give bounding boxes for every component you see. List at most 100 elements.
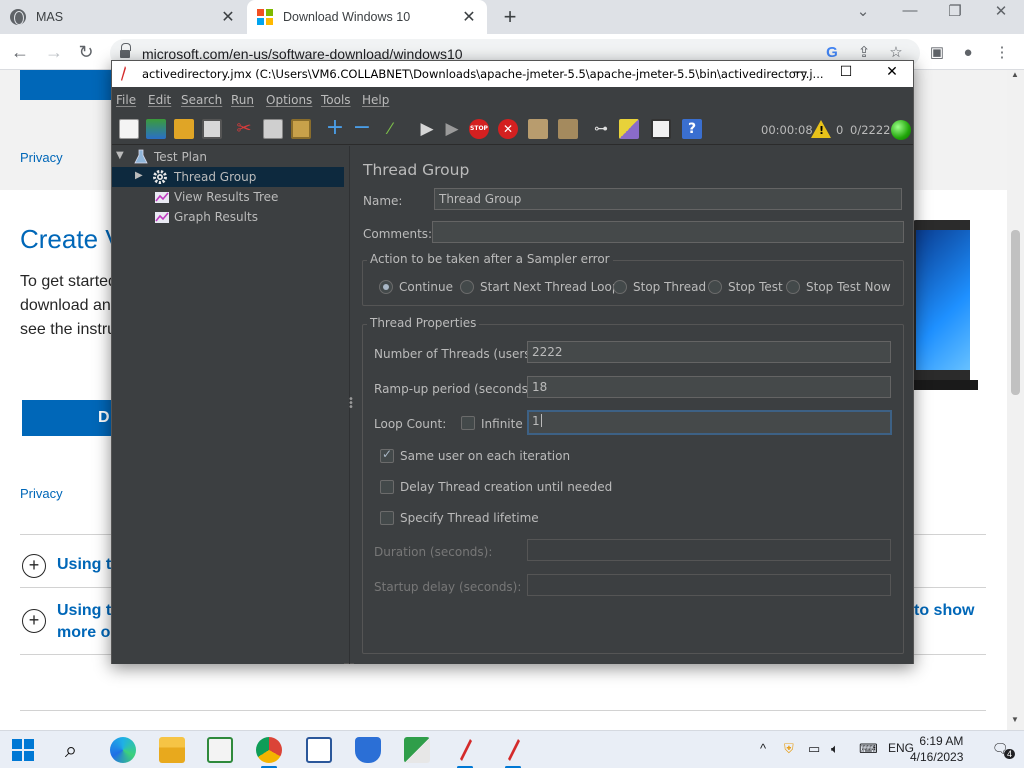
- start-no-pauses-icon[interactable]: ▶: [442, 119, 462, 139]
- new-tab-button[interactable]: +: [498, 4, 522, 30]
- security-tray-icon[interactable]: ⛨: [784, 741, 794, 757]
- windows-security-icon[interactable]: [355, 737, 381, 763]
- thread-lifetime-checkbox[interactable]: [380, 511, 394, 525]
- close-button[interactable]: ✕: [878, 64, 906, 80]
- jmeter-titlebar[interactable]: activedirectory.jmx (C:\Users\VM6.COLLAB…: [112, 61, 913, 87]
- function-helper-icon[interactable]: [651, 119, 671, 139]
- clear-all-icon[interactable]: [558, 119, 578, 139]
- collapse-all-icon[interactable]: −: [352, 117, 372, 139]
- page-scrollbar[interactable]: ▲ ▼: [1007, 70, 1024, 730]
- jmeter-taskbar-icon[interactable]: [452, 737, 478, 768]
- tab-search-icon[interactable]: ⌄: [848, 2, 878, 20]
- radio-continue[interactable]: [379, 280, 393, 294]
- chrome-browser-icon[interactable]: [256, 737, 282, 768]
- new-icon[interactable]: [119, 119, 139, 139]
- download-tool-button[interactable]: D: [22, 400, 114, 436]
- radio-stop-test-now[interactable]: [786, 280, 800, 294]
- warning-icon[interactable]: [811, 120, 831, 138]
- reload-button[interactable]: ↻: [74, 40, 98, 64]
- search-icon[interactable]: ⌕: [58, 737, 84, 763]
- save-icon[interactable]: [202, 119, 222, 139]
- notepad-plus-icon[interactable]: [207, 737, 233, 763]
- expand-all-icon[interactable]: +: [325, 117, 345, 139]
- help-icon[interactable]: ?: [682, 119, 702, 139]
- close-tab-icon[interactable]: ✕: [461, 7, 477, 27]
- radio-stop-thread-label[interactable]: Stop Thread: [633, 280, 706, 294]
- reset-search-icon[interactable]: [619, 119, 639, 139]
- forward-button[interactable]: →: [42, 40, 66, 64]
- tree-node-test-plan[interactable]: ▼ Test Plan: [112, 147, 344, 167]
- duration-field[interactable]: [527, 539, 891, 561]
- scroll-down-icon[interactable]: ▼: [1011, 715, 1019, 724]
- clear-icon[interactable]: [528, 119, 548, 139]
- minimize-button[interactable]: —: [786, 64, 814, 80]
- start-button-windows-icon[interactable]: [10, 737, 36, 763]
- close-tab-icon[interactable]: ✕: [220, 7, 236, 27]
- cut-icon[interactable]: ✂: [234, 119, 254, 139]
- radio-continue-label[interactable]: Continue: [399, 280, 453, 294]
- update-now-button[interactable]: [20, 70, 112, 100]
- accordion-item-title-line2[interactable]: more o: [57, 624, 110, 642]
- infinite-checkbox[interactable]: [461, 416, 475, 430]
- profile-icon[interactable]: ●: [958, 43, 978, 63]
- stop-icon[interactable]: STOP: [469, 119, 489, 139]
- same-user-label[interactable]: Same user on each iteration: [400, 449, 570, 463]
- tree-node-graph-results[interactable]: Graph Results: [112, 207, 344, 227]
- copy-icon[interactable]: [263, 119, 283, 139]
- expand-plus-icon[interactable]: +: [22, 554, 46, 578]
- accordion-item-title-right[interactable]: to show: [914, 602, 974, 620]
- radio-stop-test-now-label[interactable]: Stop Test Now: [806, 280, 891, 294]
- tree-node-view-results-tree[interactable]: View Results Tree: [112, 187, 344, 207]
- menu-help[interactable]: Help: [362, 93, 389, 107]
- tab-mas[interactable]: MAS ✕: [0, 0, 246, 34]
- radio-start-next-label[interactable]: Start Next Thread Loop: [480, 280, 619, 294]
- file-explorer-icon[interactable]: [159, 737, 185, 763]
- shutdown-icon[interactable]: ✕: [498, 119, 518, 139]
- volume-icon[interactable]: 🔈︎: [831, 741, 839, 757]
- open-folder-icon[interactable]: [174, 119, 194, 139]
- back-button[interactable]: ←: [8, 40, 32, 64]
- delay-thread-checkbox[interactable]: [380, 480, 394, 494]
- name-field[interactable]: Thread Group: [434, 188, 902, 210]
- display-tray-icon[interactable]: ▭: [808, 741, 820, 757]
- close-window-button[interactable]: ✕: [986, 2, 1016, 20]
- templates-icon[interactable]: [146, 119, 166, 139]
- side-panel-icon[interactable]: ▣: [927, 43, 947, 63]
- thread-lifetime-label[interactable]: Specify Thread lifetime: [400, 511, 539, 525]
- privacy-link[interactable]: Privacy: [20, 486, 63, 501]
- toggle-icon[interactable]: ⁄: [380, 119, 400, 139]
- paste-icon[interactable]: [291, 119, 311, 139]
- menu-options[interactable]: Options: [266, 93, 312, 107]
- chart-app-icon[interactable]: [404, 737, 430, 763]
- jmeter-taskbar-icon-2[interactable]: [500, 737, 526, 768]
- reader-app-icon[interactable]: [306, 737, 332, 763]
- tab-download-windows-10[interactable]: Download Windows 10 ✕: [247, 0, 487, 34]
- loop-count-field[interactable]: 1: [527, 410, 892, 435]
- menu-tools[interactable]: Tools: [321, 93, 351, 107]
- tree-node-thread-group[interactable]: ▶ Thread Group: [112, 167, 344, 187]
- radio-stop-test-label[interactable]: Stop Test: [728, 280, 783, 294]
- restore-button[interactable]: ❐: [940, 2, 970, 20]
- show-hidden-icons-chevron-icon[interactable]: ^: [760, 741, 766, 756]
- scroll-up-icon[interactable]: ▲: [1011, 70, 1019, 79]
- privacy-link[interactable]: Privacy: [20, 150, 63, 165]
- start-icon[interactable]: ▶: [417, 119, 437, 139]
- menu-file[interactable]: File: [116, 93, 136, 107]
- search-binoculars-icon[interactable]: ⊶: [591, 119, 611, 139]
- menu-edit[interactable]: Edit: [148, 93, 171, 107]
- collapse-arrow-icon[interactable]: ▼: [116, 150, 124, 161]
- lock-icon[interactable]: [120, 43, 131, 58]
- comments-field[interactable]: [432, 221, 904, 243]
- menu-search[interactable]: Search: [181, 93, 222, 107]
- radio-stop-test[interactable]: [708, 280, 722, 294]
- infinite-label[interactable]: Infinite: [481, 417, 523, 431]
- rampup-field[interactable]: 18: [527, 376, 891, 398]
- scrollbar-thumb[interactable]: [1011, 230, 1020, 395]
- delay-thread-label[interactable]: Delay Thread creation until needed: [400, 480, 612, 494]
- same-user-checkbox[interactable]: [380, 447, 394, 463]
- startup-delay-field[interactable]: [527, 574, 891, 596]
- threads-field[interactable]: 2222: [527, 341, 891, 363]
- menu-kebab-icon[interactable]: ⋮: [992, 43, 1012, 63]
- radio-stop-thread[interactable]: [613, 280, 627, 294]
- clock[interactable]: 6:19 AM 4/16/2023: [910, 733, 963, 765]
